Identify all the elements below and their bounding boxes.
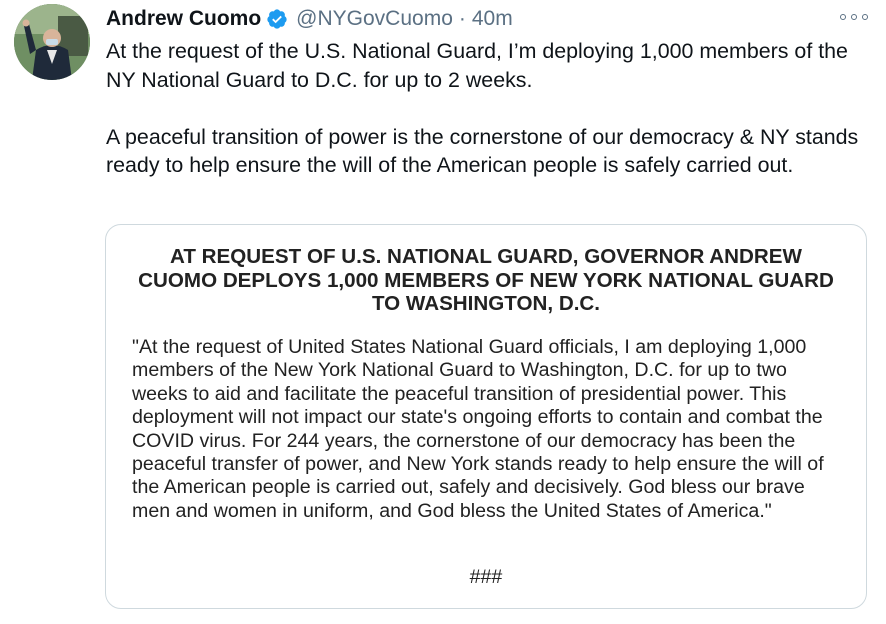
- display-name[interactable]: Andrew Cuomo: [106, 7, 261, 31]
- media-image[interactable]: AT REQUEST OF U.S. NATIONAL GUARD, GOVER…: [105, 224, 867, 609]
- press-release-body: "At the request of United States Nationa…: [132, 336, 824, 522]
- handle[interactable]: @NYGovCuomo: [296, 7, 453, 31]
- separator-dot: ·: [458, 7, 466, 30]
- tweet-paragraph-2: A peaceful transition of power is the co…: [106, 124, 859, 178]
- more-options-icon[interactable]: [840, 8, 868, 26]
- tweet-paragraph-1: At the request of the U.S. National Guar…: [106, 39, 848, 92]
- verified-badge-icon: [266, 8, 288, 30]
- tweet-header: Andrew Cuomo @NYGovCuomo · 40m: [106, 6, 513, 32]
- timestamp[interactable]: 40m: [472, 7, 513, 31]
- press-release-headline: AT REQUEST OF U.S. NATIONAL GUARD, GOVER…: [138, 245, 834, 315]
- avatar[interactable]: [14, 4, 90, 80]
- avatar-photo: [14, 4, 90, 80]
- tweet-text: At the request of the U.S. National Guar…: [106, 37, 876, 180]
- tweet[interactable]: Andrew Cuomo @NYGovCuomo · 40m At the re…: [0, 0, 886, 624]
- press-release-end-mark: ###: [469, 566, 503, 588]
